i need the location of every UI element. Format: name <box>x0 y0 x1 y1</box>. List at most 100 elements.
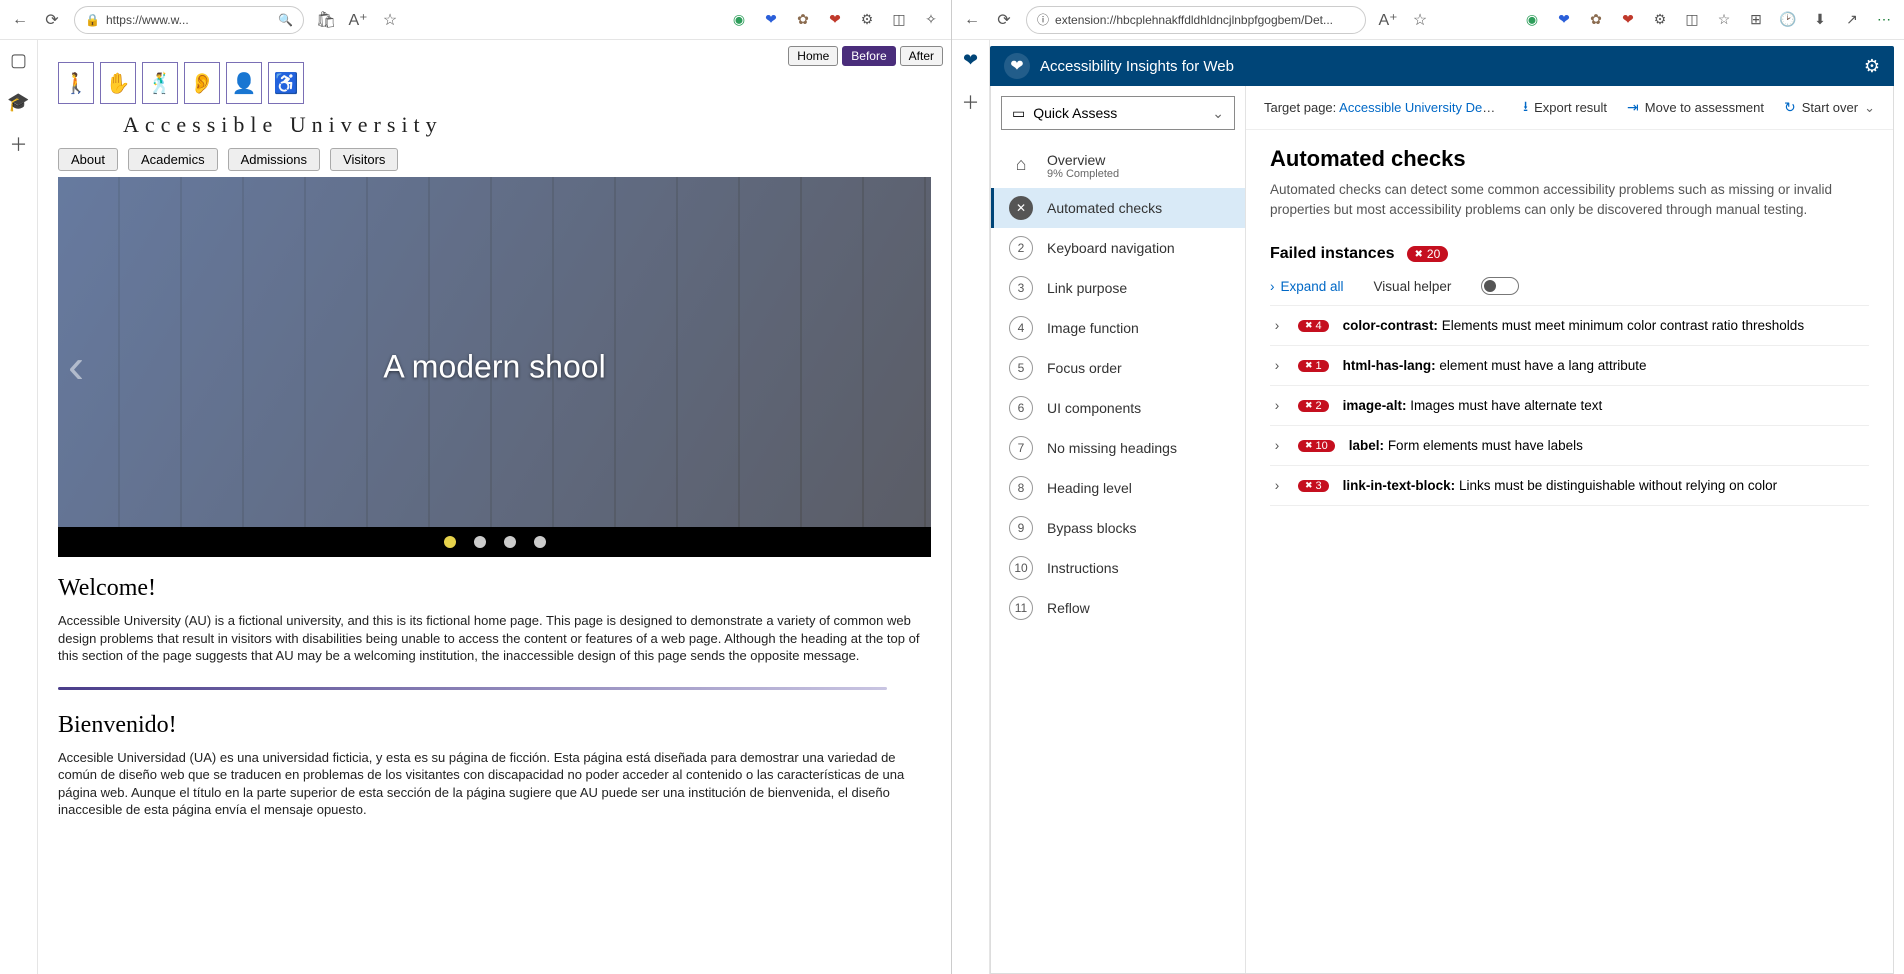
refresh-icon[interactable]: ⟳ <box>42 10 62 30</box>
back-icon[interactable]: ← <box>962 10 982 30</box>
nav-about[interactable]: About <box>58 148 118 171</box>
hero-caption: A modern shool <box>383 349 605 386</box>
info-icon: ⓘ <box>1037 11 1049 28</box>
search-icon: 🔍 <box>278 13 293 27</box>
nav-step-11[interactable]: 11Reflow <box>991 588 1245 628</box>
tab-reader-icon[interactable]: 🎓 <box>7 90 31 114</box>
ext-green-icon[interactable]: ◉ <box>729 10 749 30</box>
section-divider <box>58 687 887 690</box>
ext-green-icon[interactable]: ◉ <box>1522 10 1542 30</box>
rule-image-alt[interactable]: ›2image-alt: Images must have alternate … <box>1270 385 1869 425</box>
nav-step-5[interactable]: 5Focus order <box>991 348 1245 388</box>
start-over-button[interactable]: ↻Start over⌄ <box>1784 99 1875 116</box>
favorite-icon[interactable]: ☆ <box>380 10 400 30</box>
nav-step-7[interactable]: 7No missing headings <box>991 428 1245 468</box>
rule-count-badge: 10 <box>1298 440 1335 452</box>
step-label: Instructions <box>1047 560 1119 576</box>
refresh-icon[interactable]: ⟳ <box>994 10 1014 30</box>
move-label: Move to assessment <box>1645 100 1764 115</box>
ext-red-icon[interactable]: ❤ <box>1618 10 1638 30</box>
demo-pill-before[interactable]: Before <box>842 46 895 66</box>
chevron-right-icon: › <box>1270 358 1284 373</box>
logo-text: Accessible University <box>123 112 443 138</box>
split-icon[interactable]: ◫ <box>889 10 909 30</box>
step-label: Focus order <box>1047 360 1122 376</box>
nav-step-10[interactable]: 10Instructions <box>991 548 1245 588</box>
ext-puzzle-icon[interactable]: ⚙ <box>857 10 877 30</box>
failed-count: 20 <box>1427 247 1440 261</box>
read-aloud-icon[interactable]: A⁺ <box>1378 10 1398 30</box>
move-to-assessment-button[interactable]: ⇥ Move to assessment <box>1627 99 1764 116</box>
nav-step-3[interactable]: 3Link purpose <box>991 268 1245 308</box>
ext-puzzle-icon[interactable]: ⚙ <box>1650 10 1670 30</box>
welcome-paragraph: Accessible University (AU) is a fictiona… <box>58 612 931 665</box>
read-aloud-icon[interactable]: A⁺ <box>348 10 368 30</box>
export-result-button[interactable]: ⭳Export result <box>1523 96 1607 120</box>
visual-helper-toggle[interactable] <box>1481 277 1519 295</box>
ext-flower-icon[interactable]: ✿ <box>793 10 813 30</box>
history-icon[interactable]: 🕑 <box>1778 10 1798 30</box>
ext-heart-icon[interactable]: ❤ <box>1554 10 1574 30</box>
window-icon: ▭ <box>1012 105 1025 122</box>
step-badge: 4 <box>1009 316 1033 340</box>
more-icon[interactable]: ⋯ <box>1874 10 1894 30</box>
settings-gear-icon[interactable]: ⚙ <box>1864 56 1880 77</box>
expand-all-button[interactable]: ›Expand all <box>1270 279 1344 294</box>
step-label: Image function <box>1047 320 1139 336</box>
nav-visitors[interactable]: Visitors <box>330 148 398 171</box>
split-icon[interactable]: ◫ <box>1682 10 1702 30</box>
nav-step-1[interactable]: ✕Automated checks <box>991 188 1245 228</box>
nav-step-8[interactable]: 8Heading level <box>991 468 1245 508</box>
rule-count-badge: 4 <box>1298 320 1329 332</box>
rule-link-in-text-block[interactable]: ›3link-in-text-block: Links must be dist… <box>1270 465 1869 506</box>
assessment-selector[interactable]: ▭ Quick Assess ⌄ <box>1001 96 1235 130</box>
nav-academics[interactable]: Academics <box>128 148 218 171</box>
nav-step-9[interactable]: 9Bypass blocks <box>991 508 1245 548</box>
ext-red-icon[interactable]: ❤ <box>825 10 845 30</box>
nav-step-6[interactable]: 6UI components <box>991 388 1245 428</box>
new-tab-icon[interactable]: ＋ <box>959 90 983 114</box>
rule-color-contrast[interactable]: ›4color-contrast: Elements must meet min… <box>1270 305 1869 345</box>
downloads-icon[interactable]: ⬇ <box>1810 10 1830 30</box>
nav-step-4[interactable]: 4 Image function <box>991 308 1245 348</box>
step-badge: 2 <box>1009 236 1033 260</box>
collections-icon[interactable]: ✧ <box>921 10 941 30</box>
overview-label: Overview <box>1047 152 1119 168</box>
ext-heart-icon[interactable]: ❤ <box>761 10 781 30</box>
nav-admissions[interactable]: Admissions <box>228 148 320 171</box>
new-tab-icon[interactable]: ＋ <box>7 132 31 156</box>
carousel-dot-1[interactable] <box>444 536 456 548</box>
address-bar[interactable]: 🔒 https://www.w... 🔍 <box>74 6 304 34</box>
carousel-dot-3[interactable] <box>504 536 516 548</box>
carousel-dot-4[interactable] <box>534 536 546 548</box>
share-icon[interactable]: ↗ <box>1842 10 1862 30</box>
nav-step-2[interactable]: 2 Keyboard navigation <box>991 228 1245 268</box>
rule-label[interactable]: ›10label: Form elements must have labels <box>1270 425 1869 465</box>
fav-list-icon[interactable]: ☆ <box>1714 10 1734 30</box>
rule-html-has-lang[interactable]: ›1html-has-lang: element must have a lan… <box>1270 345 1869 385</box>
favorite-icon[interactable]: ☆ <box>1410 10 1430 30</box>
step-badge: 6 <box>1009 396 1033 420</box>
logo-icon-6: ♿ <box>268 62 304 104</box>
back-icon[interactable]: ← <box>10 10 30 30</box>
bienvenido-heading: Bienvenido! <box>58 712 931 739</box>
logo-icon-1: 🚶 <box>58 62 94 104</box>
nav-overview[interactable]: ⌂Overview9% Completed <box>991 144 1245 188</box>
step-badge: ✕ <box>1009 196 1033 220</box>
ext-flower-icon[interactable]: ✿ <box>1586 10 1606 30</box>
demo-pill-after[interactable]: After <box>900 46 943 66</box>
tab-ai-icon[interactable]: ❤ <box>959 48 983 72</box>
carousel-prev-icon[interactable]: ‹ <box>68 340 84 395</box>
collections-icon[interactable]: ⊞ <box>1746 10 1766 30</box>
move-icon: ⇥ <box>1627 99 1639 116</box>
address-bar[interactable]: ⓘ extension://hbcplehnakffdldhldncjlnbpf… <box>1026 6 1366 34</box>
carousel-dot-2[interactable] <box>474 536 486 548</box>
rule-text: image-alt: Images must have alternate te… <box>1343 398 1603 413</box>
rule-count-badge: 1 <box>1298 360 1329 372</box>
chevron-down-icon: ⌄ <box>1864 100 1875 116</box>
demo-pill-home[interactable]: Home <box>788 46 838 66</box>
shopping-icon[interactable]: 🛍 <box>316 10 336 30</box>
step-label: Keyboard navigation <box>1047 240 1175 256</box>
tab-current-icon[interactable]: ▢ <box>7 48 31 72</box>
target-link[interactable]: Accessible University Demo Site - Inacce… <box>1339 100 1503 115</box>
